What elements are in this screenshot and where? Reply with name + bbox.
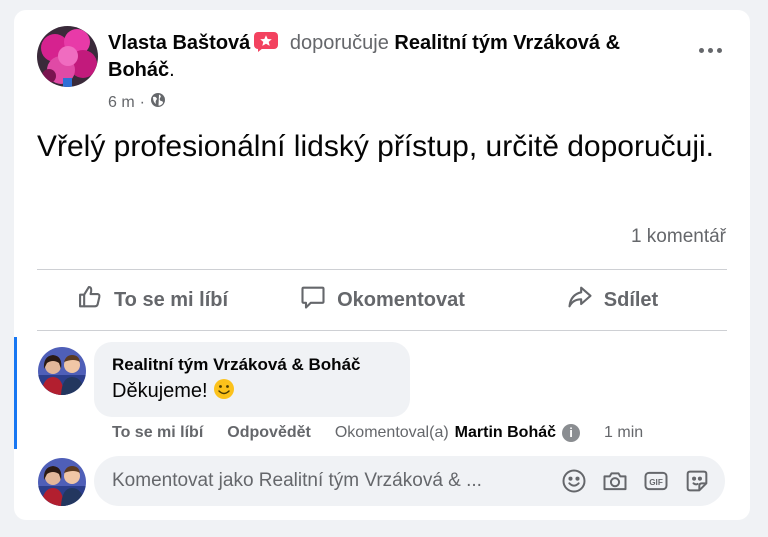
target-suffix: . — [169, 59, 175, 81]
post-meta: 6 m · — [108, 92, 166, 113]
comment-composer: GIF — [94, 456, 725, 506]
comment-bubble: Realitní tým Vrzáková & Boháč Děkujeme! — [94, 342, 410, 417]
comment-button[interactable]: Okomentovat — [267, 272, 497, 328]
divider — [37, 269, 727, 270]
comment-label: Okomentovat — [337, 288, 465, 311]
comment-like-button[interactable]: To se mi líbí — [112, 424, 203, 442]
post-time[interactable]: 6 m — [108, 94, 135, 112]
share-label: Sdílet — [603, 288, 659, 311]
composer-avatar[interactable] — [38, 458, 86, 506]
highlight-bar — [14, 337, 17, 449]
recommend-verb: doporučuje — [289, 32, 389, 54]
share-button[interactable]: Sdílet — [497, 272, 727, 328]
comment-bubble-icon — [299, 283, 327, 317]
comment-input[interactable] — [112, 470, 560, 492]
author-avatar[interactable] — [37, 26, 98, 87]
gif-icon[interactable]: GIF — [642, 467, 670, 495]
comment-text-line: Děkujeme! — [112, 376, 392, 409]
comment-author[interactable]: Realitní tým Vrzáková & Boháč — [112, 354, 392, 376]
post-actions: To se mi líbí Okomentovat Sdílet — [37, 272, 727, 328]
meta-separator: · — [139, 93, 145, 111]
comment-time[interactable]: 1 min — [604, 424, 643, 442]
comment-actions: To se mi líbí Odpovědět Okomentoval(a) M… — [112, 424, 643, 442]
commenter-avatar[interactable] — [38, 347, 86, 395]
share-arrow-icon — [566, 283, 594, 317]
composer-tools: GIF — [560, 467, 725, 495]
more-dots-icon — [698, 47, 704, 53]
post-card: Vlasta Baštová doporučuje Realitní tým V… — [14, 10, 750, 520]
commented-by-label: Okomentoval(a) — [334, 424, 449, 441]
smiley-emoji — [213, 378, 235, 409]
more-dot — [707, 47, 713, 53]
camera-icon[interactable] — [601, 467, 629, 495]
info-icon[interactable]: i — [562, 424, 581, 442]
sticker-icon[interactable] — [683, 467, 711, 495]
more-options-button[interactable] — [692, 38, 728, 62]
divider — [37, 330, 727, 331]
commented-by-name[interactable]: Martin Boháč — [455, 424, 556, 442]
comment-reply-button[interactable]: Odpovědět — [227, 424, 311, 442]
post-header: Vlasta Baštová doporučuje Realitní tým V… — [108, 30, 688, 84]
globe-icon — [150, 92, 166, 113]
author-name[interactable]: Vlasta Baštová — [108, 32, 250, 54]
post-text: Vřelý profesionální lidský přístup, urči… — [37, 130, 714, 163]
emoji-icon[interactable] — [560, 467, 588, 495]
comment-count-link[interactable]: 1 komentář — [631, 226, 726, 248]
more-dot — [716, 47, 722, 53]
comment-text: Děkujeme! — [112, 380, 208, 402]
recommend-star-icon — [254, 32, 279, 52]
svg-text:GIF: GIF — [649, 478, 663, 487]
thumbs-up-icon — [76, 283, 104, 317]
like-label: To se mi líbí — [113, 288, 229, 311]
like-button[interactable]: To se mi líbí — [37, 272, 267, 328]
